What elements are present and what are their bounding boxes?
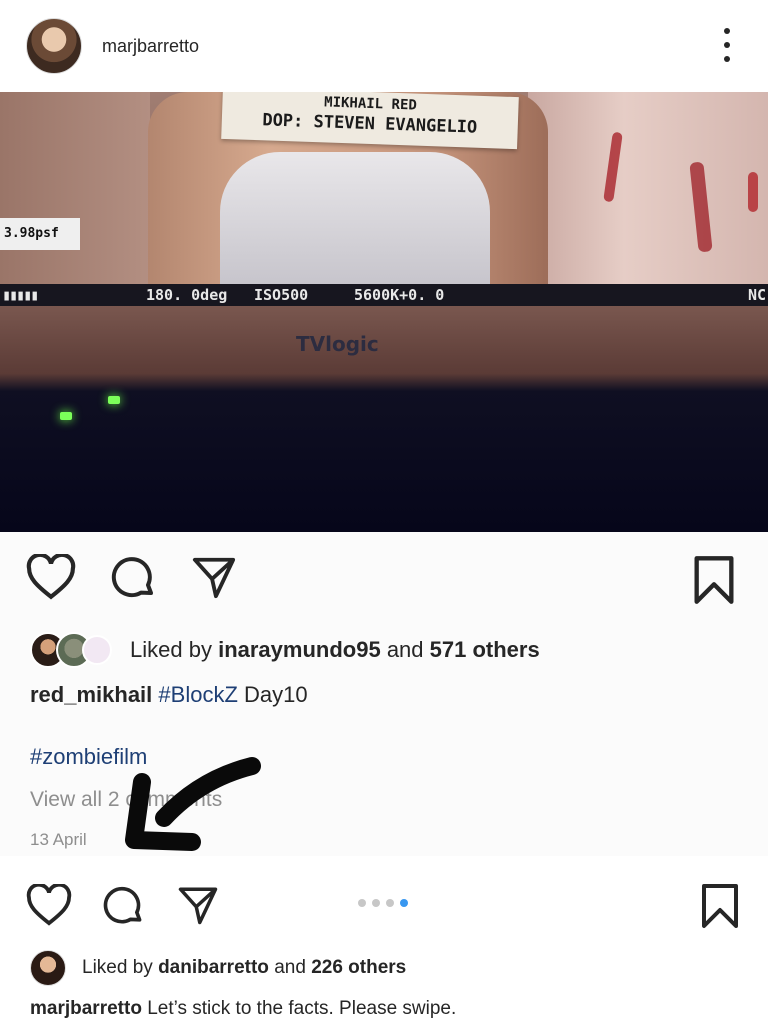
carousel-dot: [400, 899, 408, 907]
caption-username[interactable]: marjbarretto: [30, 998, 142, 1019]
share-icon[interactable]: [190, 554, 238, 600]
liked-by-user[interactable]: inaraymundo95: [218, 637, 381, 663]
heart-icon[interactable]: [26, 554, 76, 600]
embedded-action-bar: [0, 550, 768, 610]
led-light: [108, 396, 120, 404]
blood-streak: [748, 172, 758, 212]
photo-wall-right: [528, 92, 768, 284]
bookmark-icon[interactable]: [692, 554, 736, 606]
avatar: [30, 950, 66, 986]
comment-icon[interactable]: [110, 554, 158, 602]
embedded-likes-row[interactable]: Liked by inaraymundo95 and 571 others: [30, 632, 540, 668]
arrow-annotation-icon: [125, 757, 261, 851]
post-photo: MIKHAIL RED DOP: STEVEN EVANGELIO 3.98ps…: [0, 92, 768, 532]
monitor-status-bar: ▮▮▮▮▮ 180. 0deg ISO500 5600K+0. 0 NC: [0, 284, 768, 306]
liked-by-prefix: Liked by: [82, 957, 153, 978]
nd-readout: NC: [747, 286, 766, 304]
photo-wall-left: [0, 92, 150, 284]
embedded-screenshot: MIKHAIL RED DOP: STEVEN EVANGELIO 3.98ps…: [0, 92, 768, 856]
caption-text: Let’s stick to the facts. Please swipe.: [147, 998, 457, 1019]
tank-top: [220, 152, 490, 284]
post-header: marjbarretto: [0, 0, 768, 92]
liked-by-and: and: [274, 957, 306, 978]
more-vertical-icon[interactable]: [722, 28, 732, 62]
post-likes-row[interactable]: Liked by danibarretto and 226 others: [30, 950, 406, 986]
carousel-indicator: [358, 899, 408, 907]
caption-text: Day10: [244, 682, 308, 707]
carousel-dot: [386, 899, 394, 907]
comment-icon[interactable]: [102, 884, 146, 928]
liked-by-and: and: [386, 637, 424, 662]
heart-icon[interactable]: [26, 884, 72, 926]
embedded-caption: red_mikhail #BlockZ Day10: [30, 682, 308, 708]
led-light: [60, 412, 72, 420]
white-balance-readout: 5600K+0. 0: [354, 286, 445, 304]
share-icon[interactable]: [176, 884, 220, 926]
caption-username[interactable]: red_mikhail: [30, 682, 152, 707]
liked-by-others[interactable]: 571 others: [430, 637, 540, 663]
monitor-brand: TVlogic: [296, 332, 379, 356]
audio-meter-icon: ▮▮▮▮▮: [2, 286, 39, 304]
avatar: [82, 635, 112, 665]
shutter-readout: 180. 0deg: [146, 286, 228, 304]
carousel-dot: [358, 899, 366, 907]
post-date: 13 April: [30, 830, 87, 849]
bookmark-icon[interactable]: [700, 882, 740, 930]
liked-by-others[interactable]: 226 others: [311, 957, 406, 979]
caption-hashtag[interactable]: #BlockZ: [158, 682, 237, 707]
post-username[interactable]: marjbarretto: [102, 36, 199, 57]
post-caption: marjbarretto Let’s stick to the facts. P…: [30, 998, 456, 1020]
iso-readout: ISO500: [254, 286, 309, 304]
liker-avatars: [30, 632, 112, 668]
carousel-dot: [372, 899, 380, 907]
avatar[interactable]: [26, 18, 82, 74]
liked-by-prefix: Liked by: [130, 637, 212, 662]
liked-by-user[interactable]: danibarretto: [158, 957, 269, 979]
monitor-readout: 3.98psf: [0, 218, 80, 250]
